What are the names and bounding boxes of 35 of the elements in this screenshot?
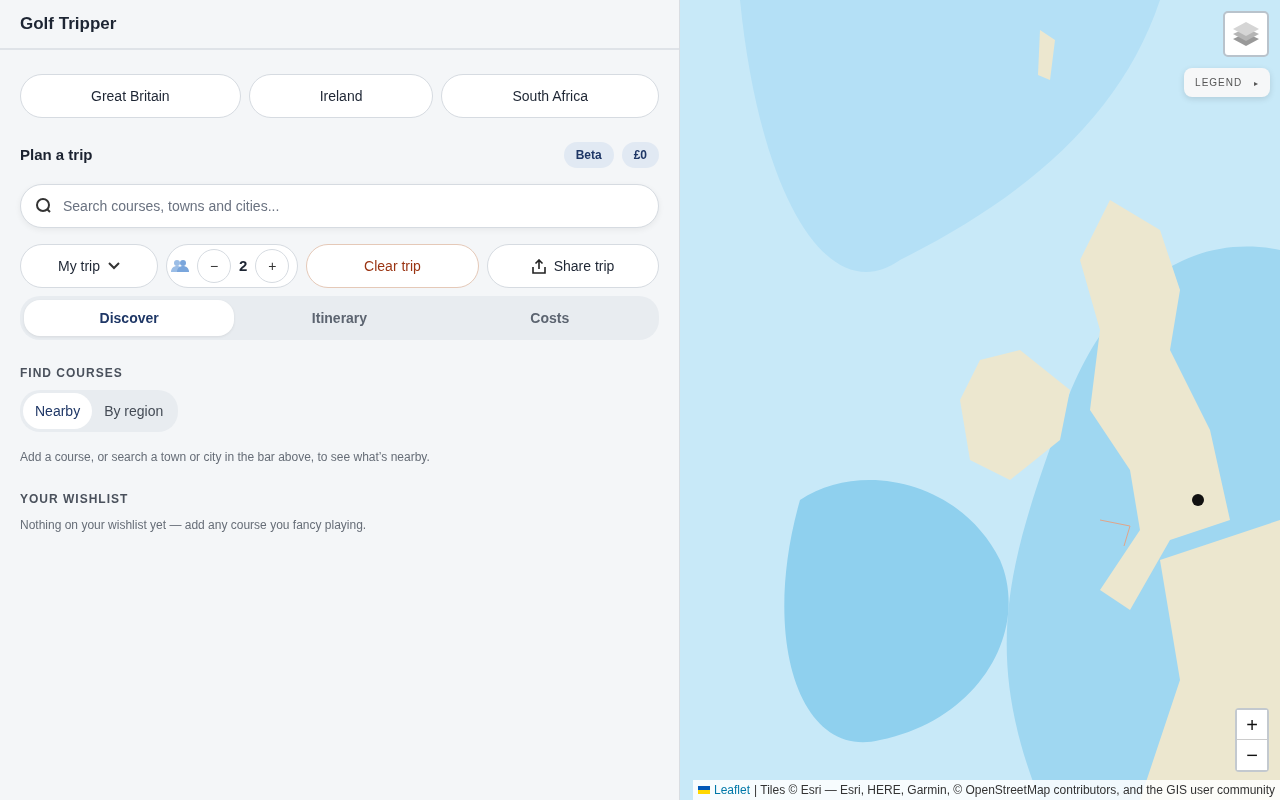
zoom-in-button[interactable]: +: [1237, 710, 1267, 740]
tab[interactable]: Discover: [24, 300, 235, 336]
clear-trip-button[interactable]: Clear trip: [306, 244, 479, 288]
expand-arrow-icon: ▸: [1254, 79, 1259, 88]
my-trip-dropdown[interactable]: My trip: [20, 244, 158, 288]
legend-button[interactable]: LEGEND ▸: [1184, 68, 1270, 97]
layers-button[interactable]: [1223, 11, 1269, 57]
people-icon: [171, 259, 189, 273]
empty-wishlist-text: Nothing on your wishlist yet — add any course you fancy playing.: [20, 517, 368, 534]
share-trip-button[interactable]: Share trip: [487, 244, 659, 288]
tab[interactable]: Costs: [444, 300, 655, 336]
search-field[interactable]: Search courses, towns and cities...: [20, 184, 659, 228]
increase-button[interactable]: +: [255, 249, 290, 283]
tab[interactable]: Itinerary: [234, 300, 445, 336]
section-heading: FIND COURSES: [20, 365, 124, 382]
search-icon: [35, 197, 53, 215]
country-button[interactable]: Great Britain: [20, 74, 241, 118]
app-title: Golf Tripper: [20, 13, 117, 36]
leaflet-link[interactable]: Leaflet: [714, 781, 750, 799]
chevron-down-icon: [108, 262, 120, 270]
segment-tab[interactable]: By region: [92, 393, 176, 429]
player-count: 2: [239, 255, 248, 276]
hint-text: Add a course, or search a town or city in the bar above, to see what’s nearby.: [20, 449, 431, 466]
layers-icon: [1232, 21, 1260, 47]
decrease-button[interactable]: −: [197, 249, 231, 283]
segment-tab[interactable]: Nearby: [23, 393, 93, 429]
badge-label: Beta: [563, 142, 614, 168]
share-icon: [531, 258, 546, 274]
section-title: Plan a trip: [20, 144, 93, 165]
attribution-text: | Tiles © Esri — Esri, HERE, Garmin, © OpenStreetMap contributors, and the GIS user community: [754, 782, 1275, 799]
country-button[interactable]: Ireland: [248, 74, 434, 118]
badge-label: £0: [621, 142, 659, 168]
country-button[interactable]: South Africa: [441, 74, 659, 118]
section-heading: YOUR WISHLIST: [20, 491, 130, 508]
flag-icon: [698, 786, 710, 794]
